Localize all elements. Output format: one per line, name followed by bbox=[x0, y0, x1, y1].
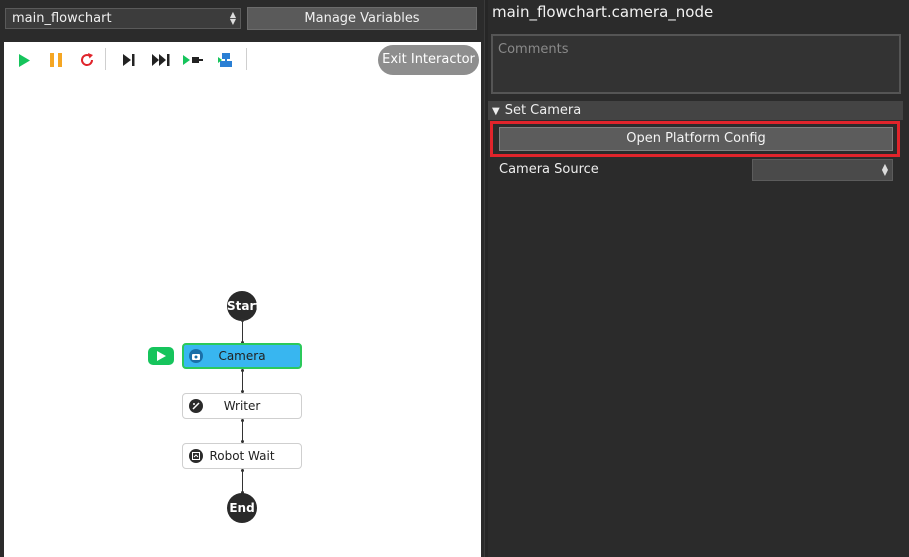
flow-node-writer[interactable]: Writer bbox=[182, 393, 302, 419]
flow-node-label: Camera bbox=[218, 349, 266, 363]
flowchart-select[interactable]: main_flowchart ▲ ▼ bbox=[5, 8, 241, 29]
step-icon[interactable] bbox=[118, 50, 140, 70]
camera-icon bbox=[189, 349, 203, 363]
camera-source-select[interactable]: ▲ ▼ bbox=[752, 159, 893, 181]
connector bbox=[242, 321, 243, 343]
collapse-triangle-icon: ▼ bbox=[492, 106, 500, 117]
toolbar-divider bbox=[105, 48, 106, 70]
pause-icon[interactable] bbox=[45, 50, 67, 70]
node-debug-icon[interactable] bbox=[216, 50, 238, 70]
open-platform-config-button[interactable]: Open Platform Config bbox=[499, 127, 893, 151]
run-toolbar bbox=[4, 42, 264, 78]
select-arrows-icon: ▲ ▼ bbox=[229, 10, 236, 26]
section-title: Set Camera bbox=[504, 103, 582, 118]
select-arrows-icon: ▲ ▼ bbox=[881, 162, 888, 177]
end-node[interactable]: End bbox=[227, 493, 257, 523]
set-camera-section-header[interactable]: ▼ Set Camera bbox=[488, 101, 903, 120]
connector-dot bbox=[241, 369, 244, 372]
current-node-marker-icon bbox=[148, 347, 174, 365]
exit-interactor-button[interactable]: Exit Interactor bbox=[378, 45, 479, 75]
flow-node-label: Robot Wait bbox=[209, 449, 275, 463]
step-over-icon[interactable] bbox=[150, 50, 172, 70]
robot-wait-icon bbox=[189, 449, 203, 463]
restart-icon[interactable] bbox=[76, 50, 98, 70]
app-window: main_flowchart ▲ ▼ Manage Variables Exit… bbox=[0, 0, 909, 557]
node-title: main_flowchart.camera_node bbox=[492, 3, 714, 21]
flow-node-camera[interactable]: Camera bbox=[182, 343, 302, 369]
connector bbox=[242, 469, 243, 493]
connector-dot bbox=[241, 419, 244, 422]
flow-node-robot-wait[interactable]: Robot Wait bbox=[182, 443, 302, 469]
play-icon[interactable] bbox=[13, 50, 35, 70]
panel-splitter[interactable] bbox=[484, 0, 488, 557]
manage-variables-button[interactable]: Manage Variables bbox=[247, 7, 477, 30]
camera-source-label: Camera Source bbox=[499, 162, 599, 177]
connector-dot bbox=[241, 319, 244, 322]
toolbar-divider bbox=[246, 48, 247, 70]
start-node[interactable]: Start bbox=[227, 291, 261, 321]
run-to-node-icon[interactable] bbox=[182, 50, 204, 70]
connector-dot bbox=[241, 469, 244, 472]
flow-node-label: Writer bbox=[223, 399, 261, 413]
comments-placeholder: Comments bbox=[498, 42, 569, 57]
flowchart-select-value: main_flowchart bbox=[12, 11, 112, 26]
flowchart-canvas[interactable]: Exit Interactor Start Camera Writer Robo… bbox=[4, 42, 481, 557]
comments-field[interactable]: Comments bbox=[491, 34, 901, 94]
writer-icon bbox=[189, 399, 203, 413]
